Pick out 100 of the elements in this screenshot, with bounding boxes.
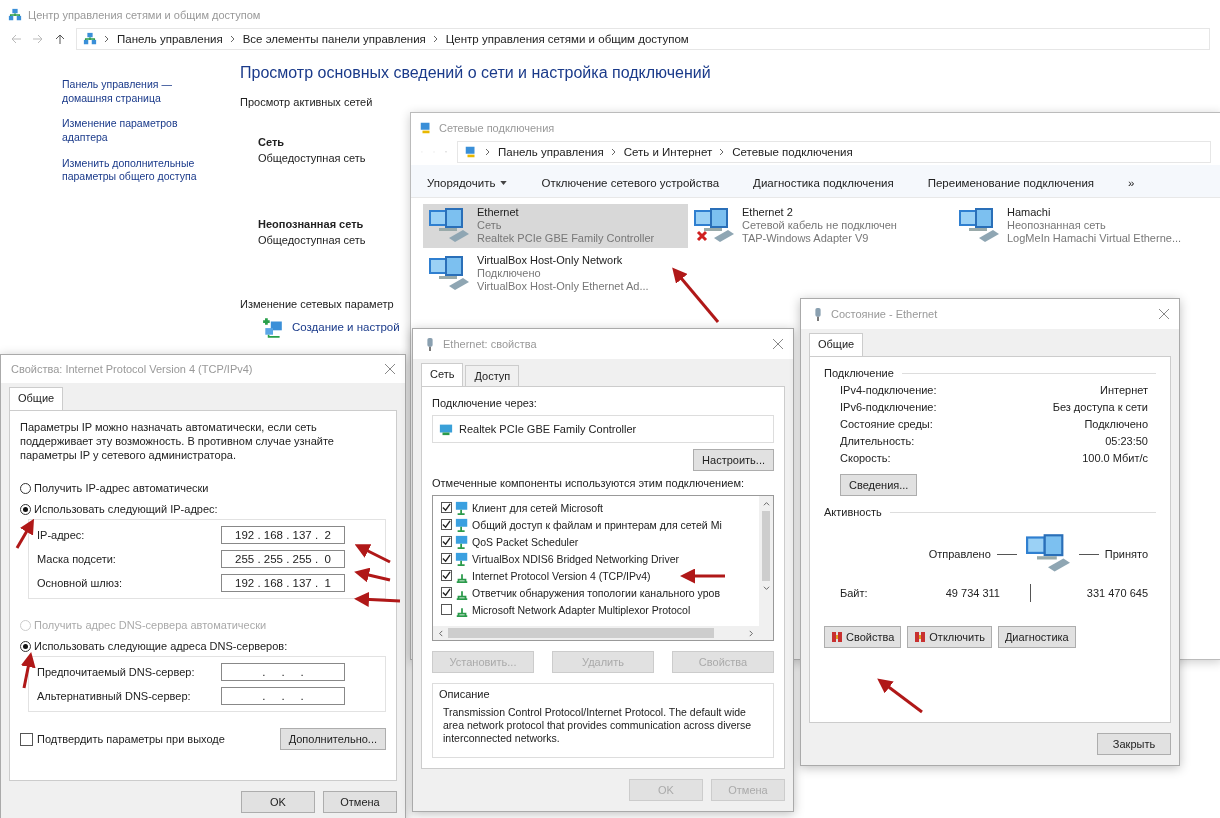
radio-button[interactable] <box>20 482 31 494</box>
tab[interactable]: Доступ <box>465 365 520 386</box>
ip-address-field[interactable]: 192 . 168 . 137 . 2 <box>221 526 345 545</box>
dialog-button[interactable]: OK <box>241 791 315 813</box>
toolbar-button[interactable]: Диагностика подключения <box>753 177 894 189</box>
annotation-arrow <box>20 652 36 689</box>
breadcrumb-item[interactable]: Центр управления сетями и общим доступом <box>445 33 689 45</box>
checkbox[interactable] <box>441 502 452 513</box>
section-label: Изменение сетевых параметр <box>240 298 395 310</box>
radio-label: Получить адрес DNS-сервера автоматически <box>34 619 267 632</box>
scroll-right-icon[interactable] <box>748 629 755 637</box>
property-label: Состояние среды: <box>840 418 933 430</box>
adapter-device: Realtek PCIe GBE Family Controller <box>477 232 655 244</box>
breadcrumb-item[interactable]: Сеть и Интернет <box>623 146 713 158</box>
breadcrumb-item[interactable]: Все элементы панели управления <box>242 33 426 45</box>
section-label: Просмотр активных сетей <box>240 96 374 108</box>
adapter-item[interactable]: VirtualBox Host-Only Network Подключено VirtualBox Host-Only Ethernet Ad... <box>423 252 688 296</box>
adapter-item[interactable]: Hamachi Неопознанная сеть LogMeIn Hamachi Virtual Etherne... <box>953 204 1218 248</box>
adapter-status: Сеть <box>477 219 503 231</box>
scroll-up-icon[interactable] <box>762 500 770 507</box>
address-bar[interactable]: Панель управления Сеть и Интернет Сетевые подключения <box>457 141 1211 163</box>
close-icon[interactable] <box>773 339 783 349</box>
dns-address-field[interactable]: . . . <box>221 687 345 706</box>
network-setup-icon <box>262 316 284 338</box>
checkbox[interactable] <box>441 536 452 547</box>
radio-button[interactable] <box>20 503 31 515</box>
window-title: Ethernet: свойства <box>443 338 537 350</box>
window-title: Свойства: Internet Protocol Version 4 (TCP/IPv4) <box>11 363 253 375</box>
breadcrumb-item[interactable]: Панель управления <box>117 33 223 45</box>
configure-button[interactable]: Настроить... <box>693 449 774 471</box>
scroll-left-icon[interactable] <box>437 629 444 637</box>
radio-label: Получить IP-адрес автоматически <box>34 482 209 495</box>
window-title: Сетевые подключения <box>439 122 555 134</box>
chevron-icon <box>610 148 617 156</box>
property-label: IPv4-подключение: <box>840 384 937 396</box>
dialog-button[interactable]: Отмена <box>323 791 397 813</box>
bytes-received-value: 331 470 645 <box>1085 587 1148 599</box>
network-monitor-icon <box>455 534 469 549</box>
adapter-status: Подключено <box>477 267 542 279</box>
chevron-icon <box>229 35 236 43</box>
annotation-arrow <box>680 568 725 584</box>
checkbox[interactable] <box>441 570 452 581</box>
adapter-item[interactable]: Ethernet 2 Сетевой кабель не подключен TAP-Windows Adapter V9 <box>688 204 953 248</box>
toolbar-button[interactable]: Отключение сетевого устройства <box>541 177 720 189</box>
sent-label: Отправлено <box>928 548 991 560</box>
adapter-name: Ethernet 2 <box>742 206 794 218</box>
network-monitor-icon <box>455 551 469 566</box>
component-label: Клиент для сетей Microsoft <box>472 501 603 514</box>
bytes-sent-value: 49 734 311 <box>944 587 1000 599</box>
address-bar[interactable]: Панель управления Все элементы панели управления Центр управления сетями и общим доступом <box>76 28 1210 50</box>
annotation-arrow <box>354 591 401 607</box>
adapter-device: VirtualBox Host-Only Ethernet Ad... <box>477 280 649 292</box>
advanced-button[interactable]: Дополнительно... <box>279 728 386 751</box>
setup-link[interactable]: Создание и настрой <box>292 321 400 333</box>
annotation-arrow <box>354 544 391 564</box>
close-icon[interactable] <box>1159 309 1169 319</box>
status-button[interactable]: Отключить <box>907 626 992 648</box>
breadcrumb-item[interactable]: Сетевые подключения <box>732 146 853 158</box>
details-button[interactable]: Сведения... <box>840 474 918 496</box>
annotation-arrow <box>672 267 720 323</box>
bytes-label: Байт: <box>840 587 869 599</box>
property-value: 05:23:50 <box>1105 435 1148 447</box>
sidebar-link[interactable]: Изменение параметров адаптера <box>62 117 212 145</box>
tab[interactable]: Сеть <box>421 363 464 386</box>
field-label: Маска подсети: <box>37 553 116 566</box>
close-button[interactable]: Закрыть <box>1097 733 1171 755</box>
status-button[interactable]: Диагностика <box>997 626 1076 648</box>
sidebar-link[interactable]: Изменить дополнительные параметры общего доступа <box>62 156 212 184</box>
component-label: Microsoft Network Adapter Multiplexor Protocol <box>472 603 691 616</box>
tab[interactable]: Общие <box>9 387 64 410</box>
checkbox[interactable] <box>441 587 452 598</box>
network-type: Общедоступная сеть <box>258 152 366 164</box>
ip-address-field[interactable]: 192 . 168 . 137 . 1 <box>221 574 345 593</box>
network-type: Общедоступная сеть <box>258 234 366 246</box>
component-label: Internet Protocol Version 4 (TCP/IPv4) <box>472 569 651 582</box>
property-label: Скорость: <box>840 452 891 464</box>
field-label: IP-адрес: <box>37 529 85 542</box>
scroll-down-icon[interactable] <box>762 585 770 592</box>
tab[interactable]: Общие <box>809 333 864 356</box>
checkbox[interactable] <box>441 553 452 564</box>
vertical-scrollbar[interactable] <box>759 496 773 640</box>
checkbox[interactable] <box>441 519 452 530</box>
checkbox[interactable] <box>20 732 33 746</box>
horizontal-scrollbar[interactable] <box>433 626 759 640</box>
checkbox[interactable] <box>441 604 452 615</box>
adapter-item[interactable]: Ethernet Сеть Realtek PCIe GBE Family Controller <box>423 204 688 248</box>
property-value: Подключено <box>1084 418 1148 430</box>
adapter-status: Сетевой кабель не подключен <box>742 219 897 231</box>
toolbar-button[interactable]: Переименование подключения <box>927 177 1095 189</box>
sidebar-link[interactable]: Панель управления — домашняя страница <box>62 78 212 106</box>
chevron-icon <box>432 35 439 43</box>
radio-button[interactable] <box>20 640 31 652</box>
ip-address-field[interactable]: 255 . 255 . 255 . 0 <box>221 550 345 569</box>
dns-address-field[interactable]: . . . <box>221 663 345 682</box>
status-button[interactable]: Свойства <box>824 626 902 648</box>
organize-menu-button[interactable]: Упорядочить <box>427 177 508 189</box>
breadcrumb-item[interactable]: Панель управления <box>498 146 604 158</box>
more-button[interactable]: » <box>1128 177 1135 189</box>
adapter-name: Hamachi <box>1007 206 1052 218</box>
close-icon[interactable] <box>385 364 395 374</box>
